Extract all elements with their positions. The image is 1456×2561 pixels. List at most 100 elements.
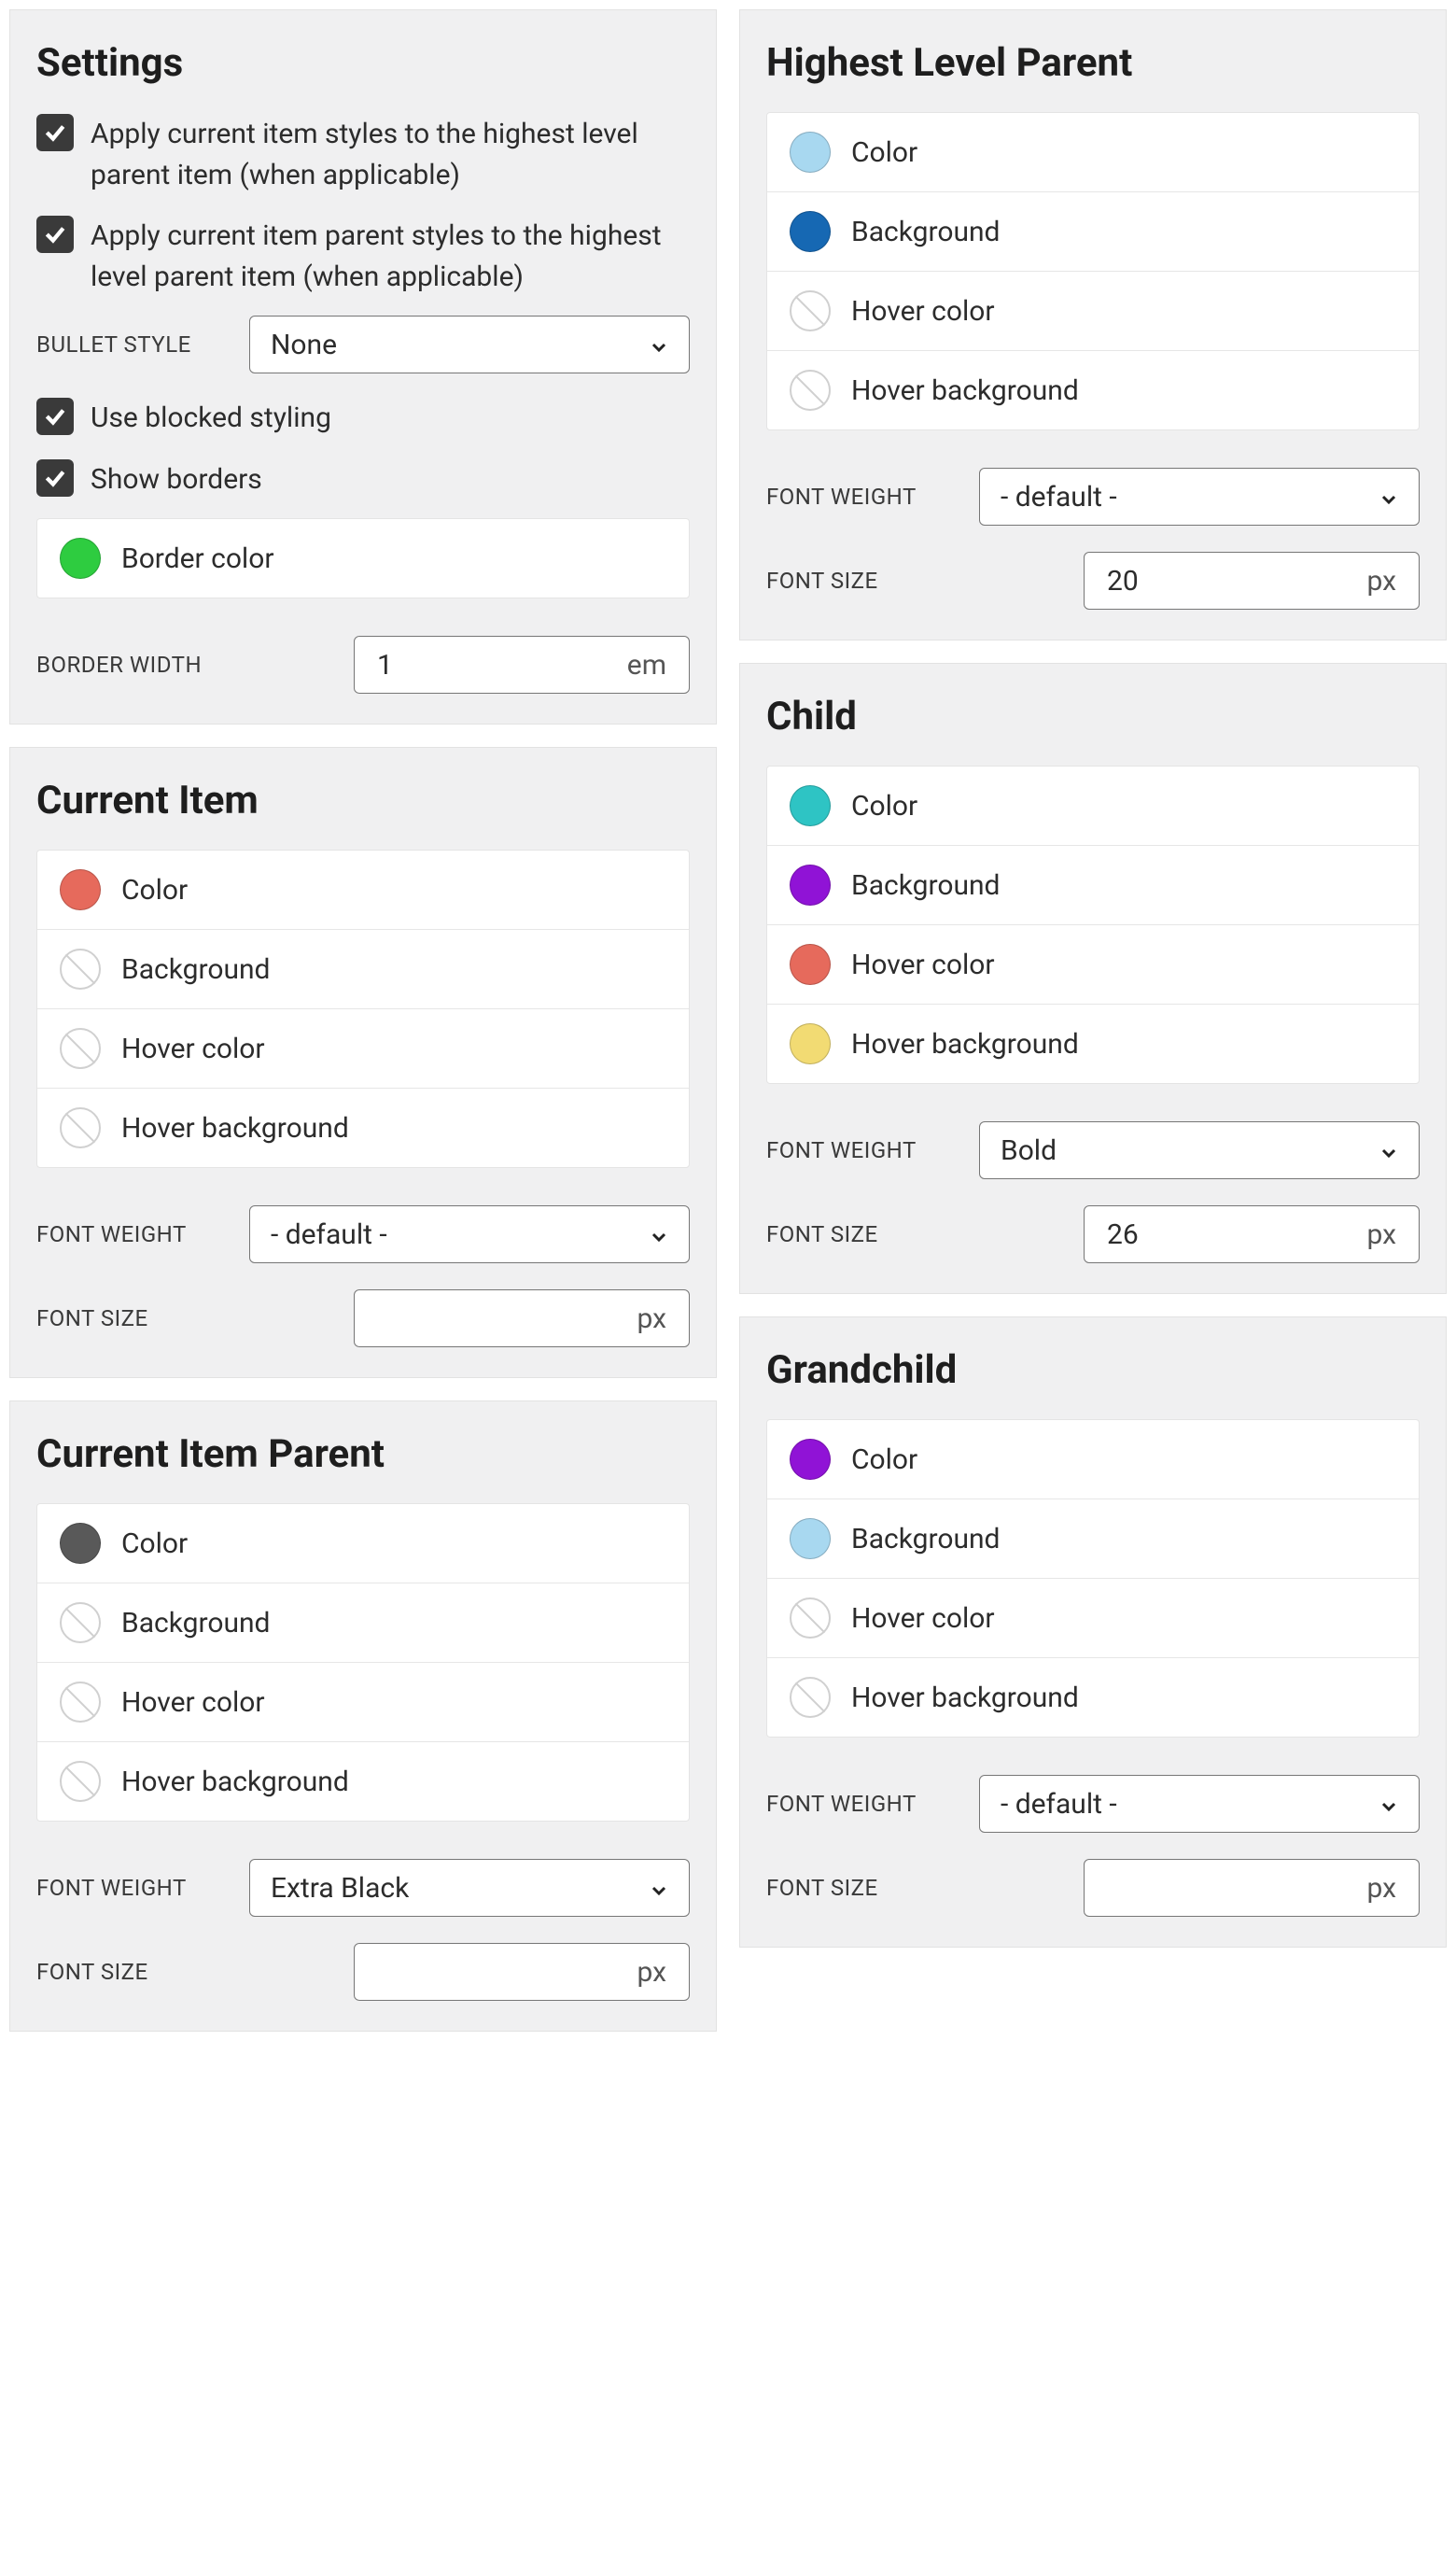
input-font-size[interactable]: 20 px <box>1084 552 1420 610</box>
color-picker-hover-color[interactable]: Hover color <box>37 1009 689 1089</box>
label-font-weight: Font Weight <box>766 484 962 510</box>
color-picker-background[interactable]: Background <box>767 846 1419 925</box>
field-font-size: Font Size px <box>36 1943 690 2001</box>
label-font-weight: Font Weight <box>766 1791 962 1817</box>
color-label: Background <box>121 953 270 986</box>
field-font-weight: Font Weight - default - <box>36 1205 690 1263</box>
input-font-size[interactable]: 26 px <box>1084 1205 1420 1263</box>
color-swatch-icon <box>60 1682 101 1723</box>
label-bullet-style: Bullet Style <box>36 331 232 358</box>
field-font-weight: Font Weight Bold <box>766 1121 1420 1179</box>
label-font-size: Font Size <box>766 568 962 594</box>
panel-title: Highest Level Parent <box>766 40 1420 86</box>
color-label: Background <box>121 1607 270 1639</box>
color-swatch-icon <box>790 944 831 985</box>
color-label: Color <box>851 790 917 823</box>
checkbox-row-blocked-styling: Use blocked styling <box>36 396 690 439</box>
color-picker-background[interactable]: Background <box>37 1583 689 1663</box>
color-picker-color[interactable]: Color <box>767 767 1419 846</box>
color-picker-hover-color[interactable]: Hover color <box>767 925 1419 1005</box>
color-picker-background[interactable]: Background <box>767 1499 1419 1579</box>
label-font-weight: Font Weight <box>36 1221 232 1247</box>
color-picker-hover-background[interactable]: Hover background <box>767 1658 1419 1737</box>
checkbox-blocked-styling[interactable] <box>36 398 74 435</box>
panel-settings: Settings Apply current item styles to th… <box>9 9 717 725</box>
color-swatch-icon <box>790 865 831 906</box>
input-value: 1 <box>377 649 627 682</box>
color-label: Background <box>851 216 1000 248</box>
panel-grandchild: Grandchild Color Background Hover color … <box>739 1316 1447 1948</box>
color-label: Background <box>851 869 1000 902</box>
select-font-weight[interactable]: - default - <box>249 1205 690 1263</box>
select-font-weight[interactable]: - default - <box>979 1775 1420 1833</box>
color-picker-hover-background[interactable]: Hover background <box>767 351 1419 429</box>
select-value: - default - <box>1001 1788 1117 1821</box>
color-list-current-item: Color Background Hover color Hover backg… <box>36 850 690 1168</box>
select-font-weight[interactable]: Bold <box>979 1121 1420 1179</box>
color-swatch-icon <box>790 132 831 173</box>
color-swatch-icon <box>60 1523 101 1564</box>
color-label: Hover background <box>851 374 1079 407</box>
panel-title: Child <box>766 694 1420 739</box>
checkbox-row-apply-current-parent: Apply current item parent styles to the … <box>36 214 690 297</box>
input-unit: px <box>1366 565 1396 598</box>
field-font-size: Font Size 20 px <box>766 552 1420 610</box>
input-unit: em <box>627 649 666 682</box>
color-label: Color <box>121 874 188 907</box>
color-swatch-icon <box>60 1107 101 1148</box>
color-swatch-icon <box>60 538 101 579</box>
input-font-size[interactable]: px <box>354 1943 690 2001</box>
label-font-size: Font Size <box>766 1875 962 1901</box>
field-bullet-style: Bullet Style None <box>36 316 690 373</box>
panel-title: Current Item Parent <box>36 1431 690 1477</box>
color-swatch-icon <box>790 370 831 411</box>
select-font-weight[interactable]: Extra Black <box>249 1859 690 1917</box>
color-picker-hover-background[interactable]: Hover background <box>767 1005 1419 1083</box>
select-font-weight[interactable]: - default - <box>979 468 1420 526</box>
field-font-weight: Font Weight Extra Black <box>36 1859 690 1917</box>
color-label: Color <box>851 136 917 169</box>
color-picker-hover-color[interactable]: Hover color <box>767 272 1419 351</box>
color-label: Color <box>851 1443 917 1476</box>
label-font-size: Font Size <box>36 1959 232 1985</box>
label-font-size: Font Size <box>36 1305 232 1331</box>
chevron-down-icon <box>648 333 670 356</box>
color-list-current-item-parent: Color Background Hover color Hover backg… <box>36 1503 690 1822</box>
color-picker-color[interactable]: Color <box>767 113 1419 192</box>
color-picker-hover-background[interactable]: Hover background <box>37 1742 689 1821</box>
input-font-size[interactable]: px <box>1084 1859 1420 1917</box>
input-font-size[interactable]: px <box>354 1289 690 1347</box>
color-picker-color[interactable]: Color <box>37 1504 689 1583</box>
color-picker-color[interactable]: Color <box>37 851 689 930</box>
label-font-weight: Font Weight <box>36 1875 232 1901</box>
color-picker-hover-color[interactable]: Hover color <box>767 1579 1419 1658</box>
checkbox-apply-current[interactable] <box>36 114 74 151</box>
field-font-size: Font Size px <box>36 1289 690 1347</box>
color-label: Hover color <box>121 1686 265 1719</box>
color-label: Background <box>851 1523 1000 1555</box>
color-picker-background[interactable]: Background <box>767 192 1419 272</box>
select-value: None <box>271 329 337 361</box>
panel-child: Child Color Background Hover color Hover… <box>739 663 1447 1294</box>
color-label: Hover color <box>121 1033 265 1065</box>
color-picker-color[interactable]: Color <box>767 1420 1419 1499</box>
color-swatch-icon <box>790 1439 831 1480</box>
color-picker-hover-background[interactable]: Hover background <box>37 1089 689 1167</box>
checkbox-label: Apply current item styles to the highest… <box>91 112 690 195</box>
panel-current-item-parent: Current Item Parent Color Background Hov… <box>9 1400 717 2032</box>
checkbox-apply-current-parent[interactable] <box>36 216 74 253</box>
chevron-down-icon <box>1378 485 1400 508</box>
border-color-picker[interactable]: Border color <box>36 518 690 598</box>
select-bullet-style[interactable]: None <box>249 316 690 373</box>
input-value: 26 <box>1107 1218 1366 1251</box>
input-border-width[interactable]: 1 em <box>354 636 690 694</box>
field-font-weight: Font Weight - default - <box>766 468 1420 526</box>
input-unit: px <box>1366 1218 1396 1251</box>
color-picker-background[interactable]: Background <box>37 930 689 1009</box>
color-picker-hover-color[interactable]: Hover color <box>37 1663 689 1742</box>
checkbox-show-borders[interactable] <box>36 459 74 497</box>
color-swatch-icon <box>790 785 831 826</box>
color-swatch-icon <box>790 1518 831 1559</box>
checkbox-row-apply-current: Apply current item styles to the highest… <box>36 112 690 195</box>
color-list-child: Color Background Hover color Hover backg… <box>766 766 1420 1084</box>
